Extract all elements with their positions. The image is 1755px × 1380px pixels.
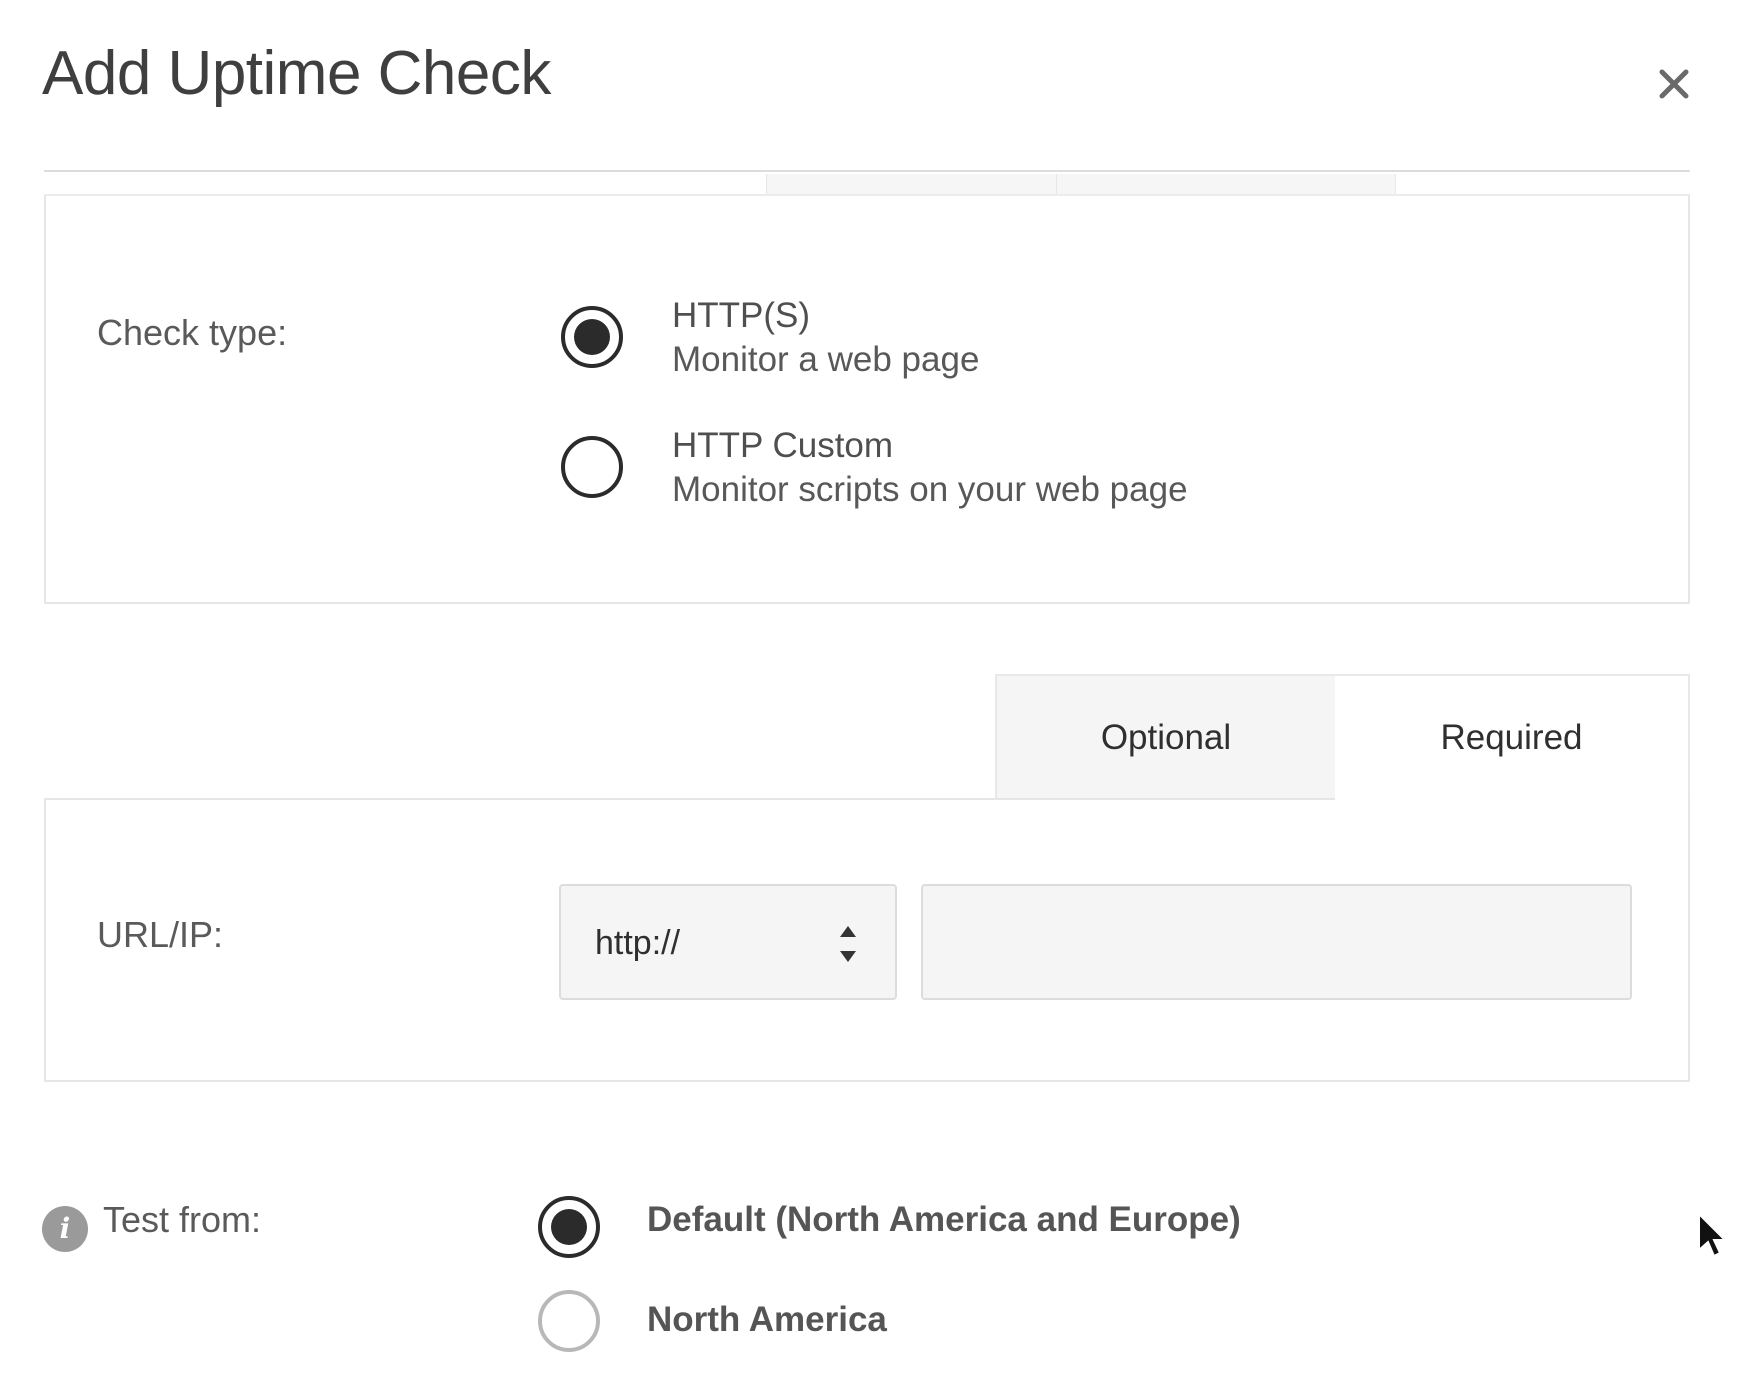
tab-required-label: Required — [1440, 718, 1583, 757]
tab-bar: Optional Required — [995, 674, 1690, 800]
mouse-cursor-icon — [1698, 1212, 1727, 1258]
option-http-custom-title: HTTP Custom — [672, 426, 894, 465]
select-arrows-icon — [840, 926, 856, 962]
radio-http-custom[interactable] — [561, 436, 623, 498]
check-type-label: Check type: — [97, 312, 288, 353]
protocol-select-value: http:// — [595, 924, 681, 962]
active-tab-joiner — [1335, 796, 1688, 802]
radio-selected-dot — [574, 319, 610, 355]
option-http-custom-description: Monitor scripts on your web page — [672, 470, 1188, 509]
tab-required[interactable]: Required — [1335, 674, 1690, 800]
option-https-title: HTTP(S) — [672, 296, 811, 335]
location-default-label: Default (North America and Europe) — [647, 1200, 1241, 1239]
check-type-panel — [44, 194, 1690, 604]
tab-optional-label: Optional — [1100, 718, 1232, 757]
location-north-america-label: North America — [647, 1300, 887, 1339]
close-icon — [1659, 69, 1689, 99]
close-button[interactable] — [1652, 62, 1696, 106]
radio-north-america[interactable] — [538, 1290, 600, 1352]
url-address-input[interactable] — [921, 884, 1632, 1000]
radio-selected-dot — [551, 1209, 587, 1245]
radio-default-location[interactable] — [538, 1196, 600, 1258]
url-ip-label: URL/IP: — [97, 914, 224, 955]
test-from-label: Test from: — [103, 1199, 262, 1240]
tab-optional[interactable]: Optional — [995, 674, 1337, 800]
protocol-select[interactable]: http:// — [559, 884, 897, 1000]
option-https-description: Monitor a web page — [672, 340, 980, 379]
dialog-title: Add Uptime Check — [42, 39, 551, 108]
add-uptime-check-dialog: Add Uptime Check Check type: HTTP(S) Mon… — [0, 0, 1755, 1380]
radio-https[interactable] — [561, 306, 623, 368]
info-icon[interactable]: i — [42, 1206, 88, 1252]
